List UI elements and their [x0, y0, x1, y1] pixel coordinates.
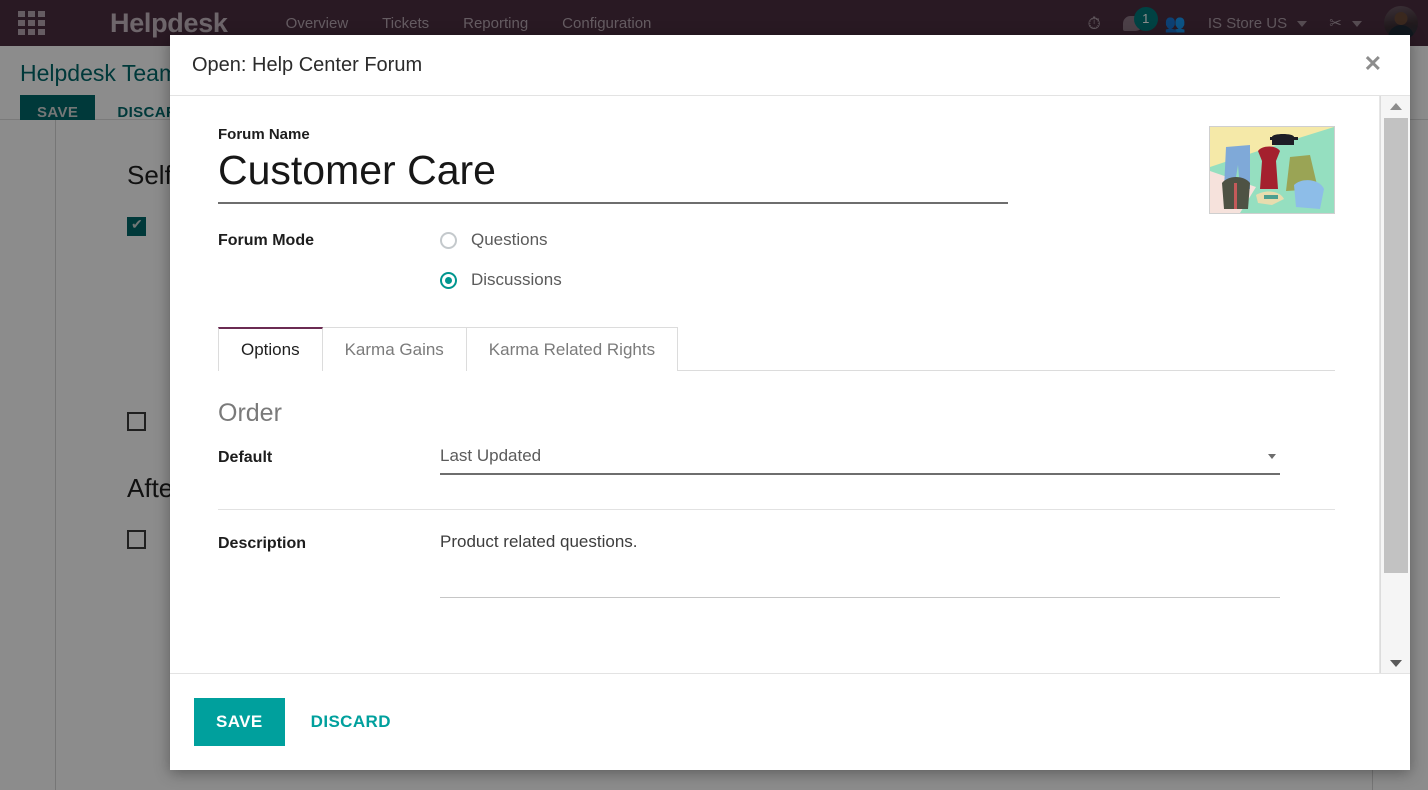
scroll-down-button[interactable]: [1381, 653, 1410, 673]
radio-icon: [440, 232, 457, 249]
radio-label: Discussions: [471, 270, 562, 290]
forum-cover-image[interactable]: [1209, 126, 1335, 214]
forum-mode-options: Questions Discussions: [440, 230, 562, 310]
description-label: Description: [218, 532, 440, 553]
forum-name-input[interactable]: Customer Care: [218, 147, 1008, 204]
field-row-default: Default Last Updated: [218, 446, 1335, 475]
description-textarea[interactable]: Product related questions.: [440, 532, 1280, 598]
radio-option-questions[interactable]: Questions: [440, 230, 562, 250]
divider: [218, 509, 1335, 510]
default-order-select[interactable]: Last Updated: [440, 446, 1280, 475]
dialog-footer: SAVE DISCARD: [170, 674, 1410, 770]
scroll-up-button[interactable]: [1381, 96, 1410, 116]
radio-option-discussions[interactable]: Discussions: [440, 270, 562, 290]
dialog-discard-button[interactable]: DISCARD: [295, 698, 407, 746]
dialog-title: Open: Help Center Forum: [192, 54, 422, 77]
close-icon[interactable]: ✕: [1358, 52, 1388, 76]
tab-karma-gains[interactable]: Karma Gains: [322, 327, 467, 371]
default-label: Default: [218, 446, 440, 467]
forum-mode-label: Forum Mode: [218, 230, 440, 310]
dialog-scrollbar[interactable]: [1380, 96, 1410, 673]
dialog-scroll-area: Forum Name Customer Care Forum Mode Ques…: [170, 96, 1380, 673]
caret-down-icon: [1390, 660, 1402, 667]
options-panel: Order Default Last Updated Description P…: [218, 371, 1335, 598]
radio-icon-selected: [440, 272, 457, 289]
dialog-body: Forum Name Customer Care Forum Mode Ques…: [170, 96, 1410, 674]
field-row-description: Description Product related questions.: [218, 532, 1335, 598]
forum-edit-dialog: Open: Help Center Forum ✕: [170, 35, 1410, 770]
forum-name-label: Forum Name: [218, 126, 1335, 143]
scrollbar-thumb[interactable]: [1384, 118, 1408, 573]
forum-cover-illustration: [1210, 127, 1334, 213]
panel-heading-order: Order: [218, 399, 1335, 428]
chevron-down-icon: [1268, 454, 1276, 459]
tab-karma-related-rights[interactable]: Karma Related Rights: [466, 327, 678, 371]
tab-options[interactable]: Options: [218, 327, 323, 371]
dialog-header: Open: Help Center Forum ✕: [170, 35, 1410, 96]
dialog-save-button[interactable]: SAVE: [194, 698, 285, 746]
default-order-value: Last Updated: [440, 446, 541, 465]
caret-up-icon: [1390, 103, 1402, 110]
radio-label: Questions: [471, 230, 548, 250]
forum-form: Forum Name Customer Care Forum Mode Ques…: [170, 126, 1379, 598]
forum-mode-group: Forum Mode Questions Discussions: [218, 230, 1335, 310]
dialog-tabs: Options Karma Gains Karma Related Rights: [218, 326, 1335, 371]
